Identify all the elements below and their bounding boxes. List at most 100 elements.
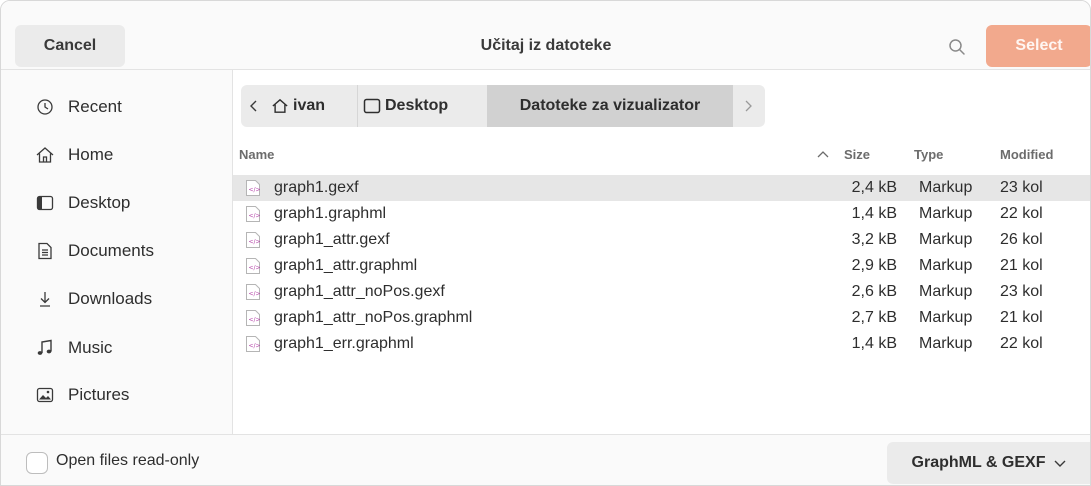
desktop-icon: [363, 98, 381, 114]
markup-file-icon: </>: [246, 232, 261, 248]
file-row[interactable]: </> graph1_err.graphml 1,4 kB Markup 22 …: [233, 331, 1090, 357]
file-name: graph1.gexf: [274, 179, 359, 196]
file-list: </> graph1.gexf 2,4 kB Markup 23 kol </>…: [233, 175, 1090, 357]
file-modified: 23 kol: [1000, 283, 1043, 300]
file-type: Markup: [919, 309, 973, 326]
file-name: graph1.graphml: [274, 205, 387, 222]
sidebar-item-label: Pictures: [68, 385, 130, 404]
file-row[interactable]: </> graph1.graphml 1,4 kB Markup 22 kol: [233, 201, 1090, 227]
chevron-right-icon: [745, 100, 752, 112]
file-size: 2,6 kB: [851, 283, 897, 300]
file-row[interactable]: </> graph1_attr_noPos.gexf 2,6 kB Markup…: [233, 279, 1090, 305]
home-icon: [34, 144, 56, 166]
chevron-down-icon: [1054, 460, 1066, 467]
sidebar-item-recent[interactable]: Recent: [1, 87, 232, 127]
sidebar-item-label: Desktop: [68, 193, 131, 212]
breadcrumb-item-desktop[interactable]: Desktop: [363, 85, 483, 127]
breadcrumb: ivan Desktop Datoteke za vizualizator: [241, 85, 765, 127]
file-type-filter-dropdown[interactable]: GraphML & GEXF: [887, 442, 1090, 484]
file-size: 2,4 kB: [851, 179, 897, 196]
breadcrumb-label: Datoteke za vizualizator: [519, 97, 701, 114]
svg-text:</>: </>: [249, 343, 261, 350]
file-modified: 21 kol: [1000, 309, 1043, 326]
file-modified: 23 kol: [1000, 179, 1043, 196]
file-type: Markup: [919, 257, 973, 274]
header-bar: Cancel Učitaj iz datoteke Select: [1, 1, 1090, 70]
column-header-modified[interactable]: Modified: [1000, 147, 1053, 162]
markup-file-icon: </>: [246, 310, 261, 326]
select-button[interactable]: Select: [986, 25, 1090, 67]
markup-file-icon: </>: [246, 258, 261, 274]
home-icon: [272, 98, 288, 113]
markup-file-icon: </>: [246, 284, 261, 300]
sidebar-item-label: Downloads: [68, 289, 153, 308]
file-chooser-dialog: Cancel Učitaj iz datoteke Select Recent …: [0, 0, 1091, 486]
file-name: graph1_attr.gexf: [274, 231, 390, 248]
file-type: Markup: [919, 179, 973, 196]
sidebar-item-pictures[interactable]: Pictures: [1, 375, 232, 415]
download-icon: [34, 288, 56, 310]
file-name: graph1_attr_noPos.gexf: [274, 283, 445, 300]
readonly-label[interactable]: Open files read-only: [56, 452, 199, 470]
column-header-name[interactable]: Name: [239, 147, 274, 162]
breadcrumb-back-button[interactable]: [241, 85, 267, 127]
file-modified: 26 kol: [1000, 231, 1043, 248]
file-row[interactable]: </> graph1.gexf 2,4 kB Markup 23 kol: [233, 175, 1090, 201]
sidebar-item-desktop[interactable]: Desktop: [1, 183, 232, 223]
file-size: 1,4 kB: [851, 205, 897, 222]
column-header-size[interactable]: Size: [844, 147, 870, 162]
places-sidebar: Recent Home Desktop Documents Downloads: [1, 70, 233, 434]
cancel-button[interactable]: Cancel: [15, 25, 125, 67]
breadcrumb-item-current[interactable]: Datoteke za vizualizator: [487, 85, 733, 127]
file-size: 2,7 kB: [851, 309, 897, 326]
svg-text:</>: </>: [249, 317, 261, 324]
file-type: Markup: [919, 335, 973, 352]
breadcrumb-forward-button[interactable]: [735, 85, 761, 127]
file-type: Markup: [919, 205, 973, 222]
breadcrumb-item-ivan[interactable]: ivan: [271, 85, 343, 127]
document-icon: [34, 240, 56, 262]
sort-ascending-icon: [816, 147, 834, 162]
picture-icon: [34, 384, 56, 406]
file-row[interactable]: </> graph1_attr_noPos.graphml 2,7 kB Mar…: [233, 305, 1090, 331]
sidebar-item-label: Music: [68, 338, 113, 357]
music-icon: [34, 337, 56, 359]
markup-file-icon: </>: [246, 180, 261, 196]
svg-text:</>: </>: [249, 213, 261, 220]
breadcrumb-label: ivan: [293, 97, 326, 114]
readonly-checkbox[interactable]: [26, 452, 48, 474]
column-header-type[interactable]: Type: [914, 147, 943, 162]
markup-file-icon: </>: [246, 336, 261, 352]
search-button[interactable]: [939, 29, 975, 65]
svg-text:</>: </>: [249, 291, 261, 298]
sidebar-item-downloads[interactable]: Downloads: [1, 279, 232, 319]
file-size: 1,4 kB: [851, 335, 897, 352]
sidebar-item-music[interactable]: Music: [1, 328, 232, 368]
sidebar-item-label: Home: [68, 145, 114, 164]
sidebar-item-home[interactable]: Home: [1, 135, 232, 175]
footer-bar: Open files read-only GraphML & GEXF: [1, 434, 1090, 485]
sidebar-item-documents[interactable]: Documents: [1, 231, 232, 271]
breadcrumb-separator: [357, 85, 358, 127]
svg-text:</>: </>: [249, 239, 261, 246]
sidebar-item-label: Recent: [68, 97, 122, 116]
dialog-title: Učitaj iz datoteke: [480, 37, 612, 54]
file-modified: 21 kol: [1000, 257, 1043, 274]
search-icon: [949, 39, 965, 55]
file-type: Markup: [919, 231, 973, 248]
file-name: graph1_attr_noPos.graphml: [274, 309, 473, 326]
sidebar-item-label: Documents: [68, 241, 154, 260]
desktop-icon: [34, 192, 56, 214]
markup-file-icon: </>: [246, 206, 261, 222]
file-row[interactable]: </> graph1_attr.gexf 3,2 kB Markup 26 ko…: [233, 227, 1090, 253]
svg-text:</>: </>: [249, 265, 261, 272]
file-name: graph1_attr.graphml: [274, 257, 418, 274]
file-name: graph1_err.graphml: [274, 335, 414, 352]
filter-label: GraphML & GEXF: [911, 454, 1046, 471]
svg-text:</>: </>: [249, 187, 261, 194]
file-type: Markup: [919, 283, 973, 300]
file-modified: 22 kol: [1000, 335, 1043, 352]
file-modified: 22 kol: [1000, 205, 1043, 222]
clock-icon: [34, 96, 56, 118]
file-row[interactable]: </> graph1_attr.graphml 2,9 kB Markup 21…: [233, 253, 1090, 279]
